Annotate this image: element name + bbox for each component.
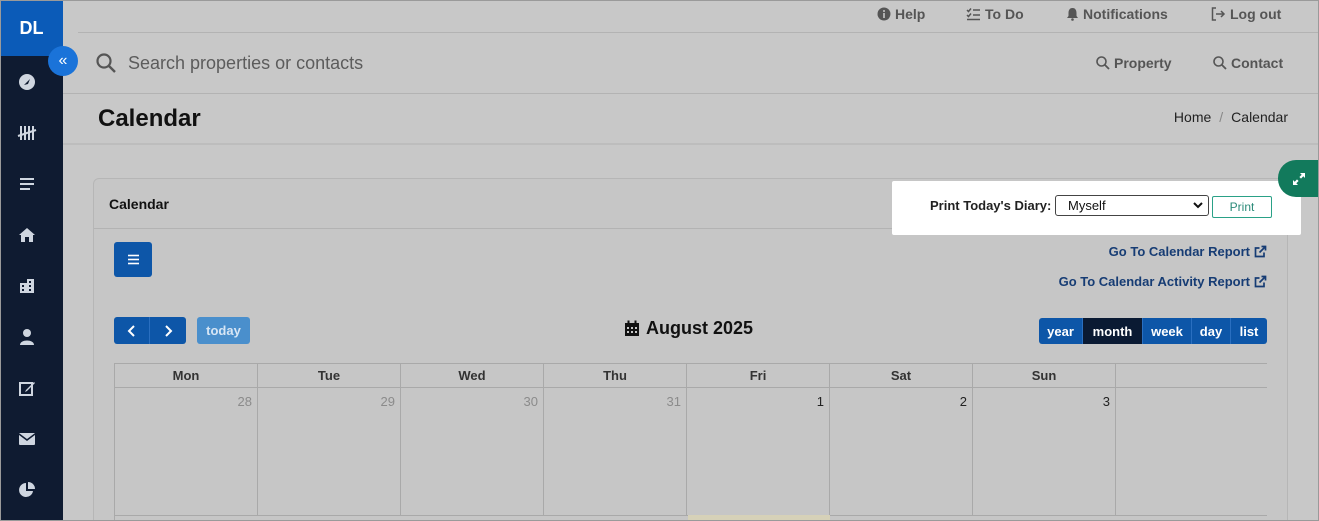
view-year-button[interactable]: year (1039, 318, 1083, 344)
print-diary-label: Print Today's Diary: (930, 198, 1052, 213)
top-utility-bar: Help To Do Notifications Log out (78, 0, 1318, 33)
dow-header: Wed (401, 364, 544, 387)
external-link-icon (1254, 275, 1267, 288)
view-week-button[interactable]: week (1143, 318, 1192, 344)
day-of-week-header: Mon Tue Wed Thu Fri Sat Sun (115, 364, 1267, 388)
page-title: Calendar (98, 105, 201, 132)
breadcrumb-current: Calendar (1231, 109, 1288, 125)
view-switcher: year month week day list (1039, 318, 1267, 344)
tally-icon[interactable] (15, 121, 39, 145)
home-icon[interactable] (15, 223, 39, 247)
card-title: Calendar (109, 196, 169, 212)
day-cell[interactable]: 30 (401, 388, 544, 515)
contact-label: Contact (1231, 55, 1284, 71)
breadcrumb-home[interactable]: Home (1174, 109, 1211, 125)
calendar-menu-button[interactable] (114, 242, 152, 277)
today-highlight-cell[interactable] (688, 515, 830, 521)
help-link[interactable]: Help (877, 6, 925, 22)
chevron-down-icon (1192, 199, 1204, 214)
dow-header: Sun (973, 364, 1116, 387)
double-chevron-left-icon: « (58, 52, 68, 69)
logout-icon (1211, 7, 1226, 21)
day-number[interactable]: 29 (381, 394, 395, 409)
print-diary-panel: Print Today's Diary: Myself Print (892, 181, 1301, 235)
day-cell[interactable]: 31 (544, 388, 687, 515)
calendar-week-row: 28 29 30 31 1 2 3 (115, 388, 1267, 516)
notifications-label: Notifications (1083, 6, 1168, 22)
collapse-sidebar-button[interactable]: « (48, 46, 78, 76)
property-search-link[interactable]: Property (1096, 55, 1172, 71)
day-number[interactable]: 3 (1103, 394, 1110, 409)
list-icon[interactable] (15, 172, 39, 196)
calendar-title: August 2025 (624, 318, 753, 339)
print-diary-select[interactable]: Myself (1055, 195, 1209, 216)
dow-header: Thu (544, 364, 687, 387)
bell-icon (1067, 8, 1078, 21)
calendar-title-text: August 2025 (646, 318, 754, 338)
page-header: Calendar Home / Calendar (63, 95, 1318, 145)
dow-header: Mon (115, 364, 258, 387)
next-month-button[interactable] (150, 317, 186, 344)
print-button[interactable]: Print (1212, 196, 1272, 218)
view-day-button[interactable]: day (1192, 318, 1231, 344)
calendar-report-label: Go To Calendar Report (1108, 244, 1250, 259)
todo-link[interactable]: To Do (966, 6, 1024, 22)
dow-header: Tue (258, 364, 401, 387)
person-icon[interactable] (15, 325, 39, 349)
search-icon (1096, 56, 1110, 70)
contact-search-link[interactable]: Contact (1213, 55, 1283, 71)
day-number[interactable]: 2 (960, 394, 967, 409)
day-cell[interactable]: 29 (258, 388, 401, 515)
view-list-button[interactable]: list (1231, 318, 1267, 344)
info-icon (877, 7, 891, 21)
logout-label: Log out (1230, 6, 1282, 22)
day-cell[interactable]: 1 (687, 388, 830, 515)
pie-chart-icon[interactable] (15, 478, 39, 502)
print-diary-select-value: Myself (1068, 198, 1106, 213)
day-cell[interactable]: 2 (830, 388, 973, 515)
calendar-grid: Mon Tue Wed Thu Fri Sat Sun 28 29 30 31 … (114, 363, 1267, 521)
day-cell[interactable]: 28 (115, 388, 258, 515)
property-label: Property (1114, 55, 1172, 71)
breadcrumb-separator: / (1219, 109, 1224, 125)
day-number[interactable]: 1 (817, 394, 824, 409)
day-cell[interactable]: 3 (973, 388, 1116, 515)
external-link-icon (1254, 245, 1267, 258)
search-icon (96, 53, 116, 78)
day-number[interactable]: 31 (667, 394, 681, 409)
dow-header: Sat (830, 364, 973, 387)
building-icon[interactable] (15, 274, 39, 298)
checklist-icon (966, 8, 980, 21)
logout-link[interactable]: Log out (1211, 6, 1281, 22)
expand-toggle[interactable] (1278, 160, 1319, 197)
chevron-right-icon (165, 324, 173, 337)
expand-icon (1293, 172, 1305, 185)
help-label: Help (895, 6, 926, 22)
view-month-button[interactable]: month (1083, 318, 1143, 344)
calendar-report-link[interactable]: Go To Calendar Report (1109, 244, 1267, 259)
dashboard-icon[interactable] (15, 70, 39, 94)
search-input[interactable]: Search properties or contacts (128, 53, 363, 74)
mail-icon[interactable] (15, 427, 39, 451)
sidebar: DL (0, 0, 63, 521)
dow-header: Fri (687, 364, 830, 387)
today-button[interactable]: today (197, 317, 250, 344)
search-bar: Search properties or contacts Property C… (63, 34, 1318, 94)
prev-month-button[interactable] (114, 317, 150, 344)
day-number[interactable]: 30 (524, 394, 538, 409)
calendar-activity-report-label: Go To Calendar Activity Report (1058, 274, 1250, 289)
notifications-link[interactable]: Notifications (1066, 6, 1168, 22)
user-initials-avatar[interactable]: DL (0, 0, 63, 56)
breadcrumb: Home / Calendar (1174, 109, 1288, 125)
hamburger-icon (127, 254, 139, 265)
calendar-activity-report-link[interactable]: Go To Calendar Activity Report (1059, 274, 1267, 289)
day-number[interactable]: 28 (238, 394, 252, 409)
search-icon (1213, 56, 1227, 70)
edit-icon[interactable] (15, 376, 39, 400)
calendar-nav-group (114, 317, 186, 344)
calendar-icon (625, 320, 639, 336)
todo-label: To Do (985, 6, 1024, 22)
chevron-left-icon (127, 324, 135, 337)
